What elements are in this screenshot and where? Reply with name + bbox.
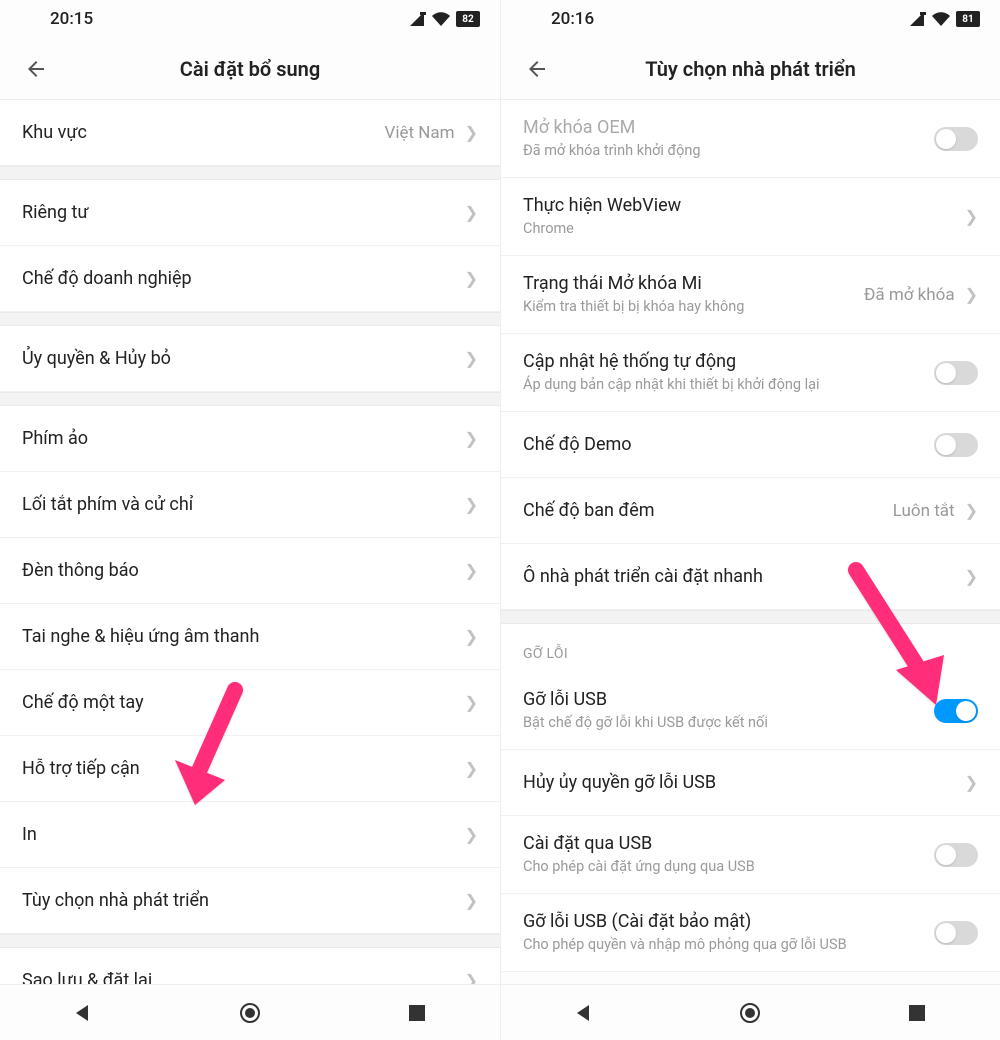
row-usb-debugging[interactable]: Gỡ lỗi USB Bật chế độ gỡ lỗi khi USB đượ… — [501, 672, 1000, 750]
row-print[interactable]: In ❯ — [0, 802, 500, 868]
signal-icon — [910, 12, 926, 26]
battery-icon: 82 — [456, 11, 480, 27]
row-mi-unlock-status[interactable]: Trạng thái Mở khóa Mi Kiểm tra thiết bị … — [501, 256, 1000, 334]
battery-icon: 81 — [956, 11, 980, 27]
row-privacy[interactable]: Riêng tư ❯ — [0, 180, 500, 246]
nav-bar — [0, 984, 500, 1040]
chevron-right-icon: ❯ — [465, 759, 478, 778]
chevron-right-icon: ❯ — [465, 495, 478, 514]
status-bar: 20:16 81 — [501, 0, 1000, 38]
screen-additional-settings: 20:15 82 Cài đặt bổ sung Khu vực Việt Na… — [0, 0, 500, 1040]
developer-list: Mở khóa OEM Đã mở khóa trình khởi động T… — [501, 100, 1000, 984]
toggle-oem-unlock — [934, 127, 978, 151]
row-headphones-audio[interactable]: Tai nghe & hiệu ứng âm thanh ❯ — [0, 604, 500, 670]
row-authorization[interactable]: Ủy quyền & Hủy bỏ ❯ — [0, 326, 500, 392]
toggle-demo-mode[interactable] — [934, 433, 978, 457]
nav-back-button[interactable] — [570, 999, 598, 1027]
row-demo-mode[interactable]: Chế độ Demo — [501, 412, 1000, 478]
chevron-right-icon: ❯ — [465, 971, 478, 984]
page-title: Cài đặt bổ sung — [56, 57, 444, 81]
chevron-right-icon: ❯ — [965, 207, 978, 226]
header: Tùy chọn nhà phát triển — [501, 38, 1000, 100]
nav-back-button[interactable] — [69, 999, 97, 1027]
chevron-right-icon: ❯ — [465, 561, 478, 580]
wifi-icon — [432, 12, 450, 26]
page-title: Tùy chọn nhà phát triển — [557, 57, 944, 81]
chevron-right-icon: ❯ — [465, 203, 478, 222]
row-one-handed[interactable]: Chế độ một tay ❯ — [0, 670, 500, 736]
row-revoke-usb-auth[interactable]: Hủy ủy quyền gỡ lỗi USB ❯ — [501, 750, 1000, 816]
back-button[interactable] — [517, 49, 557, 89]
chevron-right-icon: ❯ — [465, 429, 478, 448]
row-auto-system-update[interactable]: Cập nhật hệ thống tự động Áp dụng bản cậ… — [501, 334, 1000, 412]
row-region[interactable]: Khu vực Việt Nam ❯ — [0, 100, 500, 166]
row-oem-unlock: Mở khóa OEM Đã mở khóa trình khởi động — [501, 100, 1000, 178]
chevron-right-icon: ❯ — [965, 501, 978, 520]
status-time: 20:15 — [50, 9, 93, 29]
chevron-right-icon: ❯ — [465, 891, 478, 910]
row-install-via-usb[interactable]: Cài đặt qua USB Cho phép cài đặt ứng dụn… — [501, 816, 1000, 894]
row-webview[interactable]: Thực hiện WebView Chrome ❯ — [501, 178, 1000, 256]
status-bar: 20:15 82 — [0, 0, 500, 38]
nav-home-button[interactable] — [736, 999, 764, 1027]
wifi-icon — [932, 12, 950, 26]
chevron-right-icon: ❯ — [965, 773, 978, 792]
row-night-mode[interactable]: Chế độ ban đêm Luôn tắt ❯ — [501, 478, 1000, 544]
header: Cài đặt bổ sung — [0, 38, 500, 100]
row-virtual-keys[interactable]: Phím ảo ❯ — [0, 406, 500, 472]
toggle-auto-update[interactable] — [934, 361, 978, 385]
nav-recents-button[interactable] — [403, 999, 431, 1027]
screen-developer-options: 20:16 81 Tùy chọn nhà phát triển Mở khóa… — [500, 0, 1000, 1040]
row-developer-options[interactable]: Tùy chọn nhà phát triển ❯ — [0, 868, 500, 934]
chevron-right-icon: ❯ — [965, 567, 978, 586]
row-enterprise-mode[interactable]: Chế độ doanh nghiệp ❯ — [0, 246, 500, 312]
toggle-usb-debugging[interactable] — [934, 699, 978, 723]
chevron-right-icon: ❯ — [465, 269, 478, 288]
nav-recents-button[interactable] — [903, 999, 931, 1027]
chevron-right-icon: ❯ — [465, 627, 478, 646]
toggle-install-via-usb[interactable] — [934, 843, 978, 867]
nav-home-button[interactable] — [236, 999, 264, 1027]
status-icons: 81 — [910, 11, 980, 27]
section-debugging: GỠ LỖI — [501, 624, 1000, 672]
signal-icon — [410, 12, 426, 26]
row-accessibility[interactable]: Hỗ trợ tiếp cận ❯ — [0, 736, 500, 802]
nav-bar — [501, 984, 1000, 1040]
toggle-usb-debugging-security[interactable] — [934, 921, 978, 945]
row-shortcuts-gestures[interactable]: Lối tắt phím và cử chỉ ❯ — [0, 472, 500, 538]
status-icons: 82 — [410, 11, 480, 27]
chevron-right-icon: ❯ — [465, 349, 478, 368]
row-backup-reset[interactable]: Sao lưu & đặt lại ❯ — [0, 948, 500, 984]
chevron-right-icon: ❯ — [465, 693, 478, 712]
row-quick-settings-tile[interactable]: Ô nhà phát triển cài đặt nhanh ❯ — [501, 544, 1000, 610]
settings-list: Khu vực Việt Nam ❯ Riêng tư ❯ Chế độ doa… — [0, 100, 500, 984]
row-notification-light[interactable]: Đèn thông báo ❯ — [0, 538, 500, 604]
row-usb-debugging-security[interactable]: Gỡ lỗi USB (Cài đặt bảo mật) Cho phép qu… — [501, 894, 1000, 972]
back-button[interactable] — [16, 49, 56, 89]
chevron-right-icon: ❯ — [465, 123, 478, 142]
chevron-right-icon: ❯ — [465, 825, 478, 844]
chevron-right-icon: ❯ — [965, 285, 978, 304]
status-time: 20:16 — [551, 9, 594, 29]
